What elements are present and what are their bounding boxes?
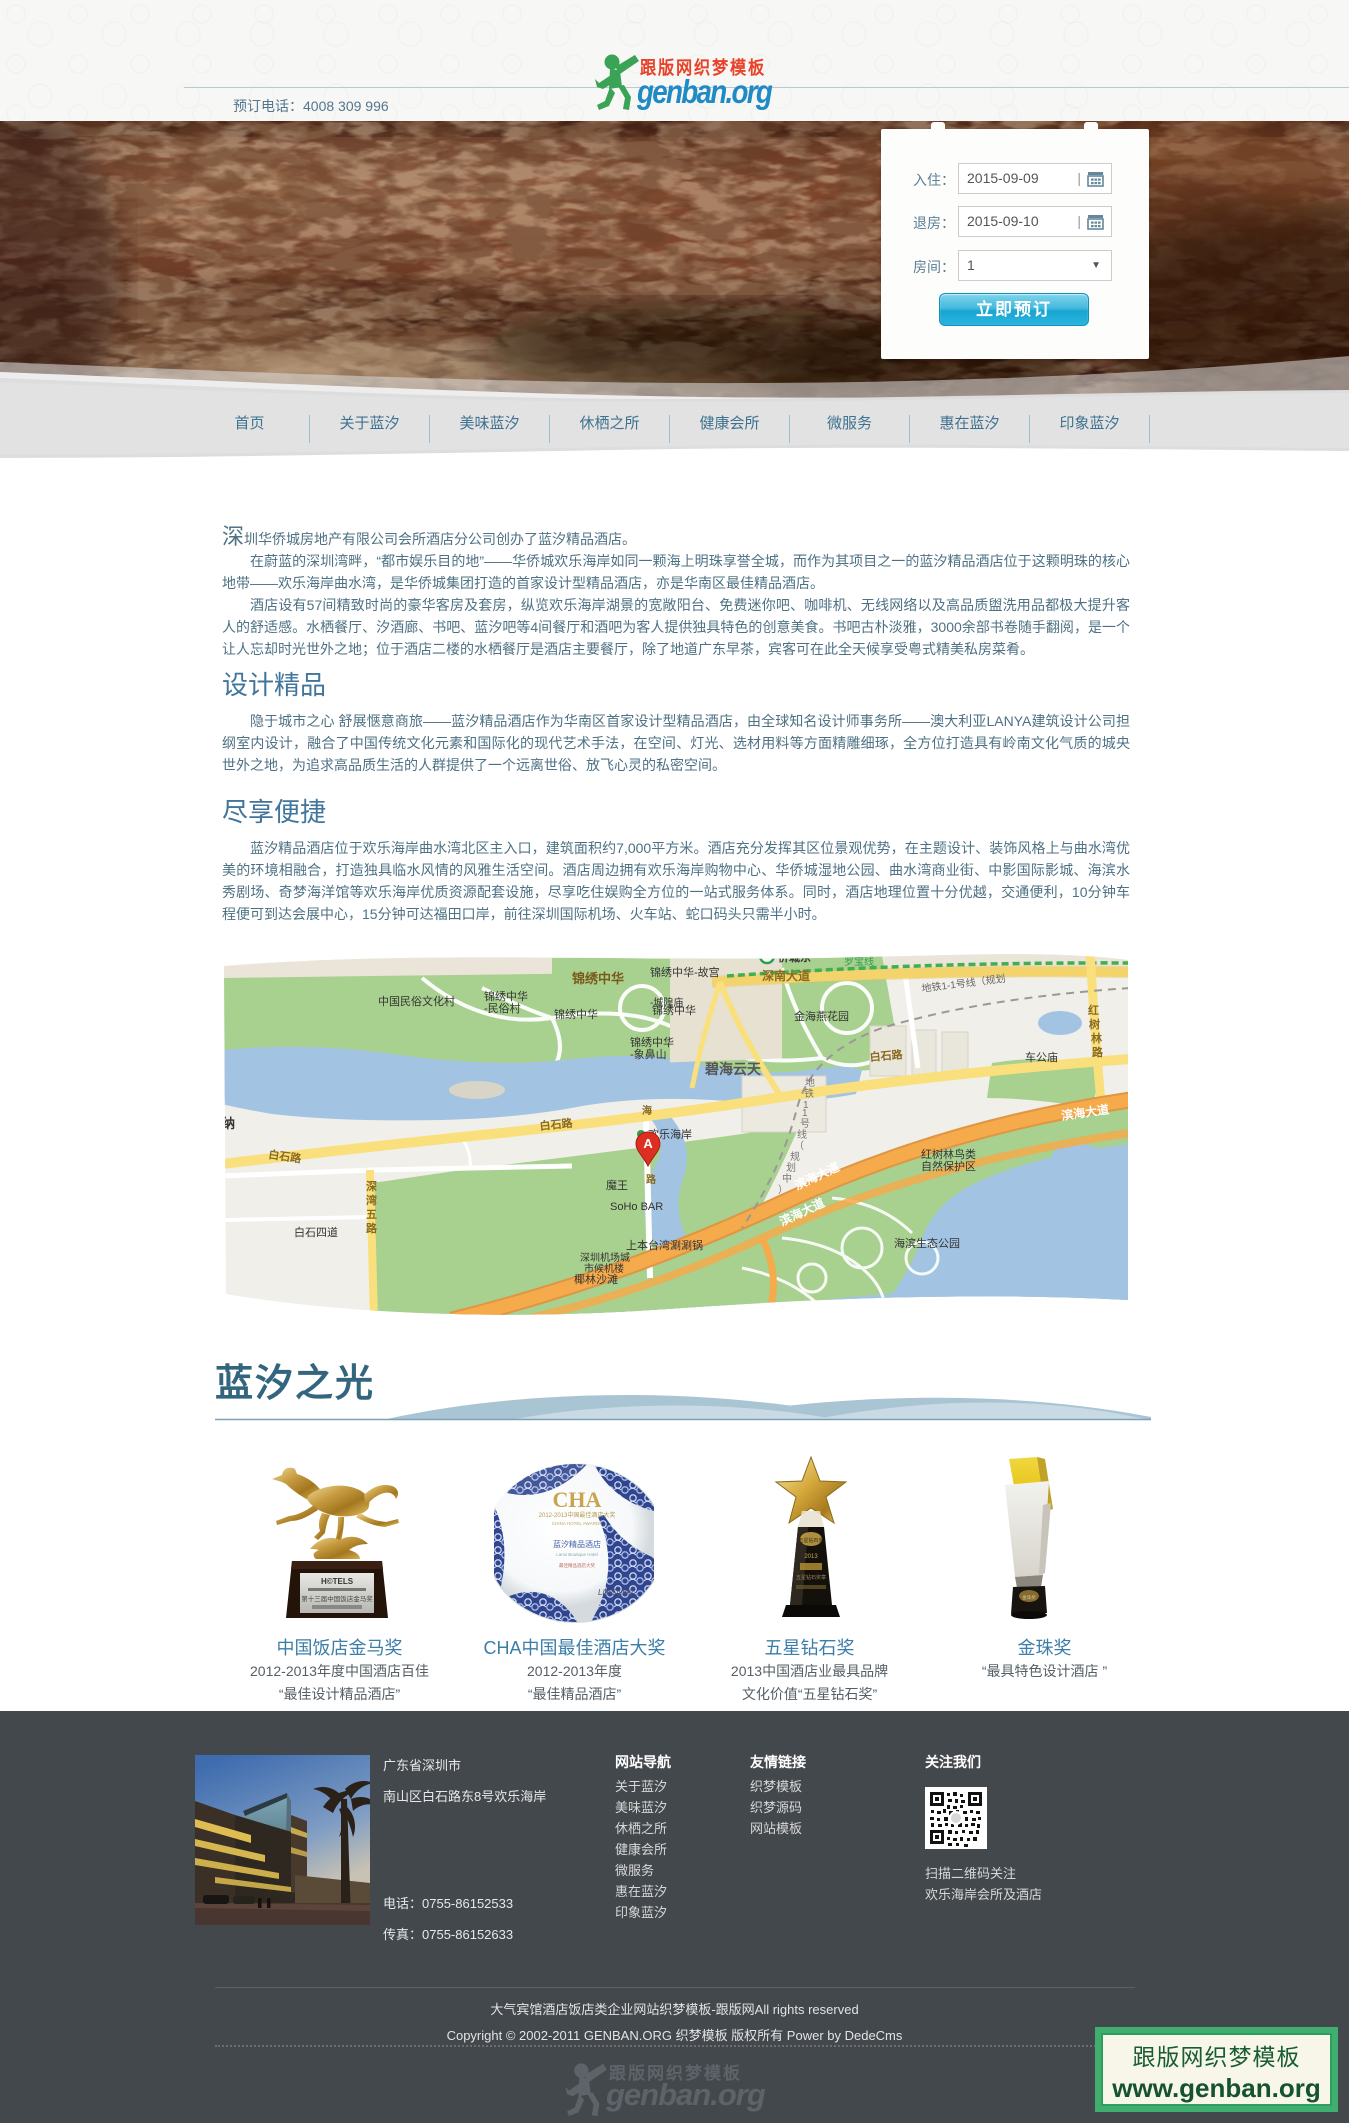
svg-text:-象鼻山: -象鼻山 xyxy=(630,1047,667,1061)
svg-text:深圳机场城: 深圳机场城 xyxy=(580,1251,630,1264)
svg-text:金珠奖: 金珠奖 xyxy=(1022,1594,1036,1601)
svg-text:椰林沙滩: 椰林沙滩 xyxy=(574,1272,618,1286)
svg-text:自然保护区: 自然保护区 xyxy=(921,1159,976,1173)
svg-text:车公庙: 车公庙 xyxy=(1025,1050,1058,1064)
svg-text:SoHo BAR: SoHo BAR xyxy=(610,1201,663,1213)
svg-text:深南大道: 深南大道 xyxy=(762,968,810,983)
svg-text:-城隍庙: -城隍庙 xyxy=(650,996,683,1009)
svg-text:红: 红 xyxy=(1088,1003,1099,1017)
svg-text:侨城东: 侨城东 xyxy=(777,950,811,964)
svg-text:规: 规 xyxy=(790,1150,800,1163)
svg-text:CHA: CHA xyxy=(553,1487,602,1512)
svg-text:湾: 湾 xyxy=(366,1193,377,1207)
svg-text:红树林鸟类: 红树林鸟类 xyxy=(921,1147,976,1161)
svg-text:蓝汐精品酒店: 蓝汐精品酒店 xyxy=(553,1539,601,1549)
svg-text:锦绣中华-故宫: 锦绣中华-故宫 xyxy=(650,965,720,979)
svg-text:海: 海 xyxy=(642,1104,652,1117)
svg-text:白石四道: 白石四道 xyxy=(294,1225,338,1239)
svg-text:2012-2013中国最佳酒店大奖: 2012-2013中国最佳酒店大奖 xyxy=(539,1511,616,1519)
svg-text:中: 中 xyxy=(782,1172,792,1185)
svg-text:-民俗村: -民俗村 xyxy=(484,1001,521,1015)
svg-text:铁: 铁 xyxy=(804,1087,814,1100)
svg-text:LifeStyle®: LifeStyle® xyxy=(598,1588,635,1597)
svg-text:路: 路 xyxy=(646,1173,657,1186)
svg-text:罗宝线: 罗宝线 xyxy=(844,955,874,968)
svg-text:树: 树 xyxy=(1089,1017,1100,1031)
svg-text:最佳精品酒店大奖: 最佳精品酒店大奖 xyxy=(559,1562,595,1569)
svg-text:线: 线 xyxy=(797,1128,807,1141)
svg-text:金海燕花园: 金海燕花园 xyxy=(794,1009,849,1023)
svg-text:第十三届中国饭店金马奖: 第十三届中国饭店金马奖 xyxy=(301,1594,373,1603)
svg-text:锦绣中华: 锦绣中华 xyxy=(554,1007,598,1021)
svg-text:CHINA HOTEL AWARDS: CHINA HOTEL AWARDS xyxy=(552,1521,602,1526)
svg-text:深: 深 xyxy=(366,1179,377,1193)
svg-text:海滨生态公园: 海滨生态公园 xyxy=(894,1236,960,1250)
svg-text:五星钻石奖: 五星钻石奖 xyxy=(798,1537,823,1544)
svg-text:锦绣中华: 锦绣中华 xyxy=(630,1035,674,1049)
svg-text:碧海云天: 碧海云天 xyxy=(704,1061,762,1077)
svg-text:魔王: 魔王 xyxy=(606,1178,628,1192)
svg-text:中国民俗文化村: 中国民俗文化村 xyxy=(378,994,455,1008)
svg-text:上本台湾涮涮锅: 上本台湾涮涮锅 xyxy=(626,1238,703,1252)
svg-text:Lanxi Boutique Hotel: Lanxi Boutique Hotel xyxy=(556,1552,598,1557)
svg-text:五: 五 xyxy=(366,1208,377,1221)
svg-text:五星钻石奖章: 五星钻石奖章 xyxy=(796,1574,826,1581)
svg-text:（: （ xyxy=(794,1140,804,1152)
svg-text:划: 划 xyxy=(786,1161,796,1174)
svg-text:地: 地 xyxy=(805,1076,815,1089)
svg-text:1: 1 xyxy=(802,1108,808,1119)
svg-text:2013: 2013 xyxy=(804,1554,818,1560)
svg-text:A: A xyxy=(643,1136,653,1151)
svg-text:）: ） xyxy=(778,1184,788,1196)
svg-text:路: 路 xyxy=(1092,1045,1104,1059)
svg-text:锦绣中华: 锦绣中华 xyxy=(572,971,624,986)
svg-text:H©TELS: H©TELS xyxy=(321,1577,354,1586)
svg-text:号: 号 xyxy=(800,1118,810,1130)
svg-text:纳: 纳 xyxy=(222,1116,235,1131)
svg-text:林: 林 xyxy=(1091,1031,1102,1045)
svg-text:路: 路 xyxy=(366,1221,378,1235)
svg-text:锦绣中华: 锦绣中华 xyxy=(484,989,528,1003)
